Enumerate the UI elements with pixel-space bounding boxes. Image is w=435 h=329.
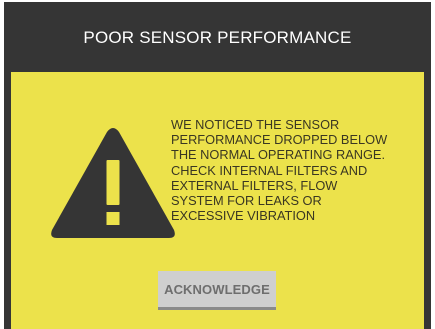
acknowledge-button[interactable]: ACKNOWLEDGE xyxy=(158,271,276,310)
alert-dialog: POOR SENSOR PERFORMANCE WE NOTICED THE S… xyxy=(4,2,431,329)
warning-triangle-icon xyxy=(51,128,175,238)
dialog-title: POOR SENSOR PERFORMANCE xyxy=(83,28,352,47)
dialog-message: WE NOTICED THE SENSOR PERFORMANCE DROPPE… xyxy=(171,117,388,224)
screen: POOR SENSOR PERFORMANCE WE NOTICED THE S… xyxy=(0,0,435,329)
dialog-body: WE NOTICED THE SENSOR PERFORMANCE DROPPE… xyxy=(11,72,424,329)
dialog-title-bar: POOR SENSOR PERFORMANCE xyxy=(4,2,431,72)
